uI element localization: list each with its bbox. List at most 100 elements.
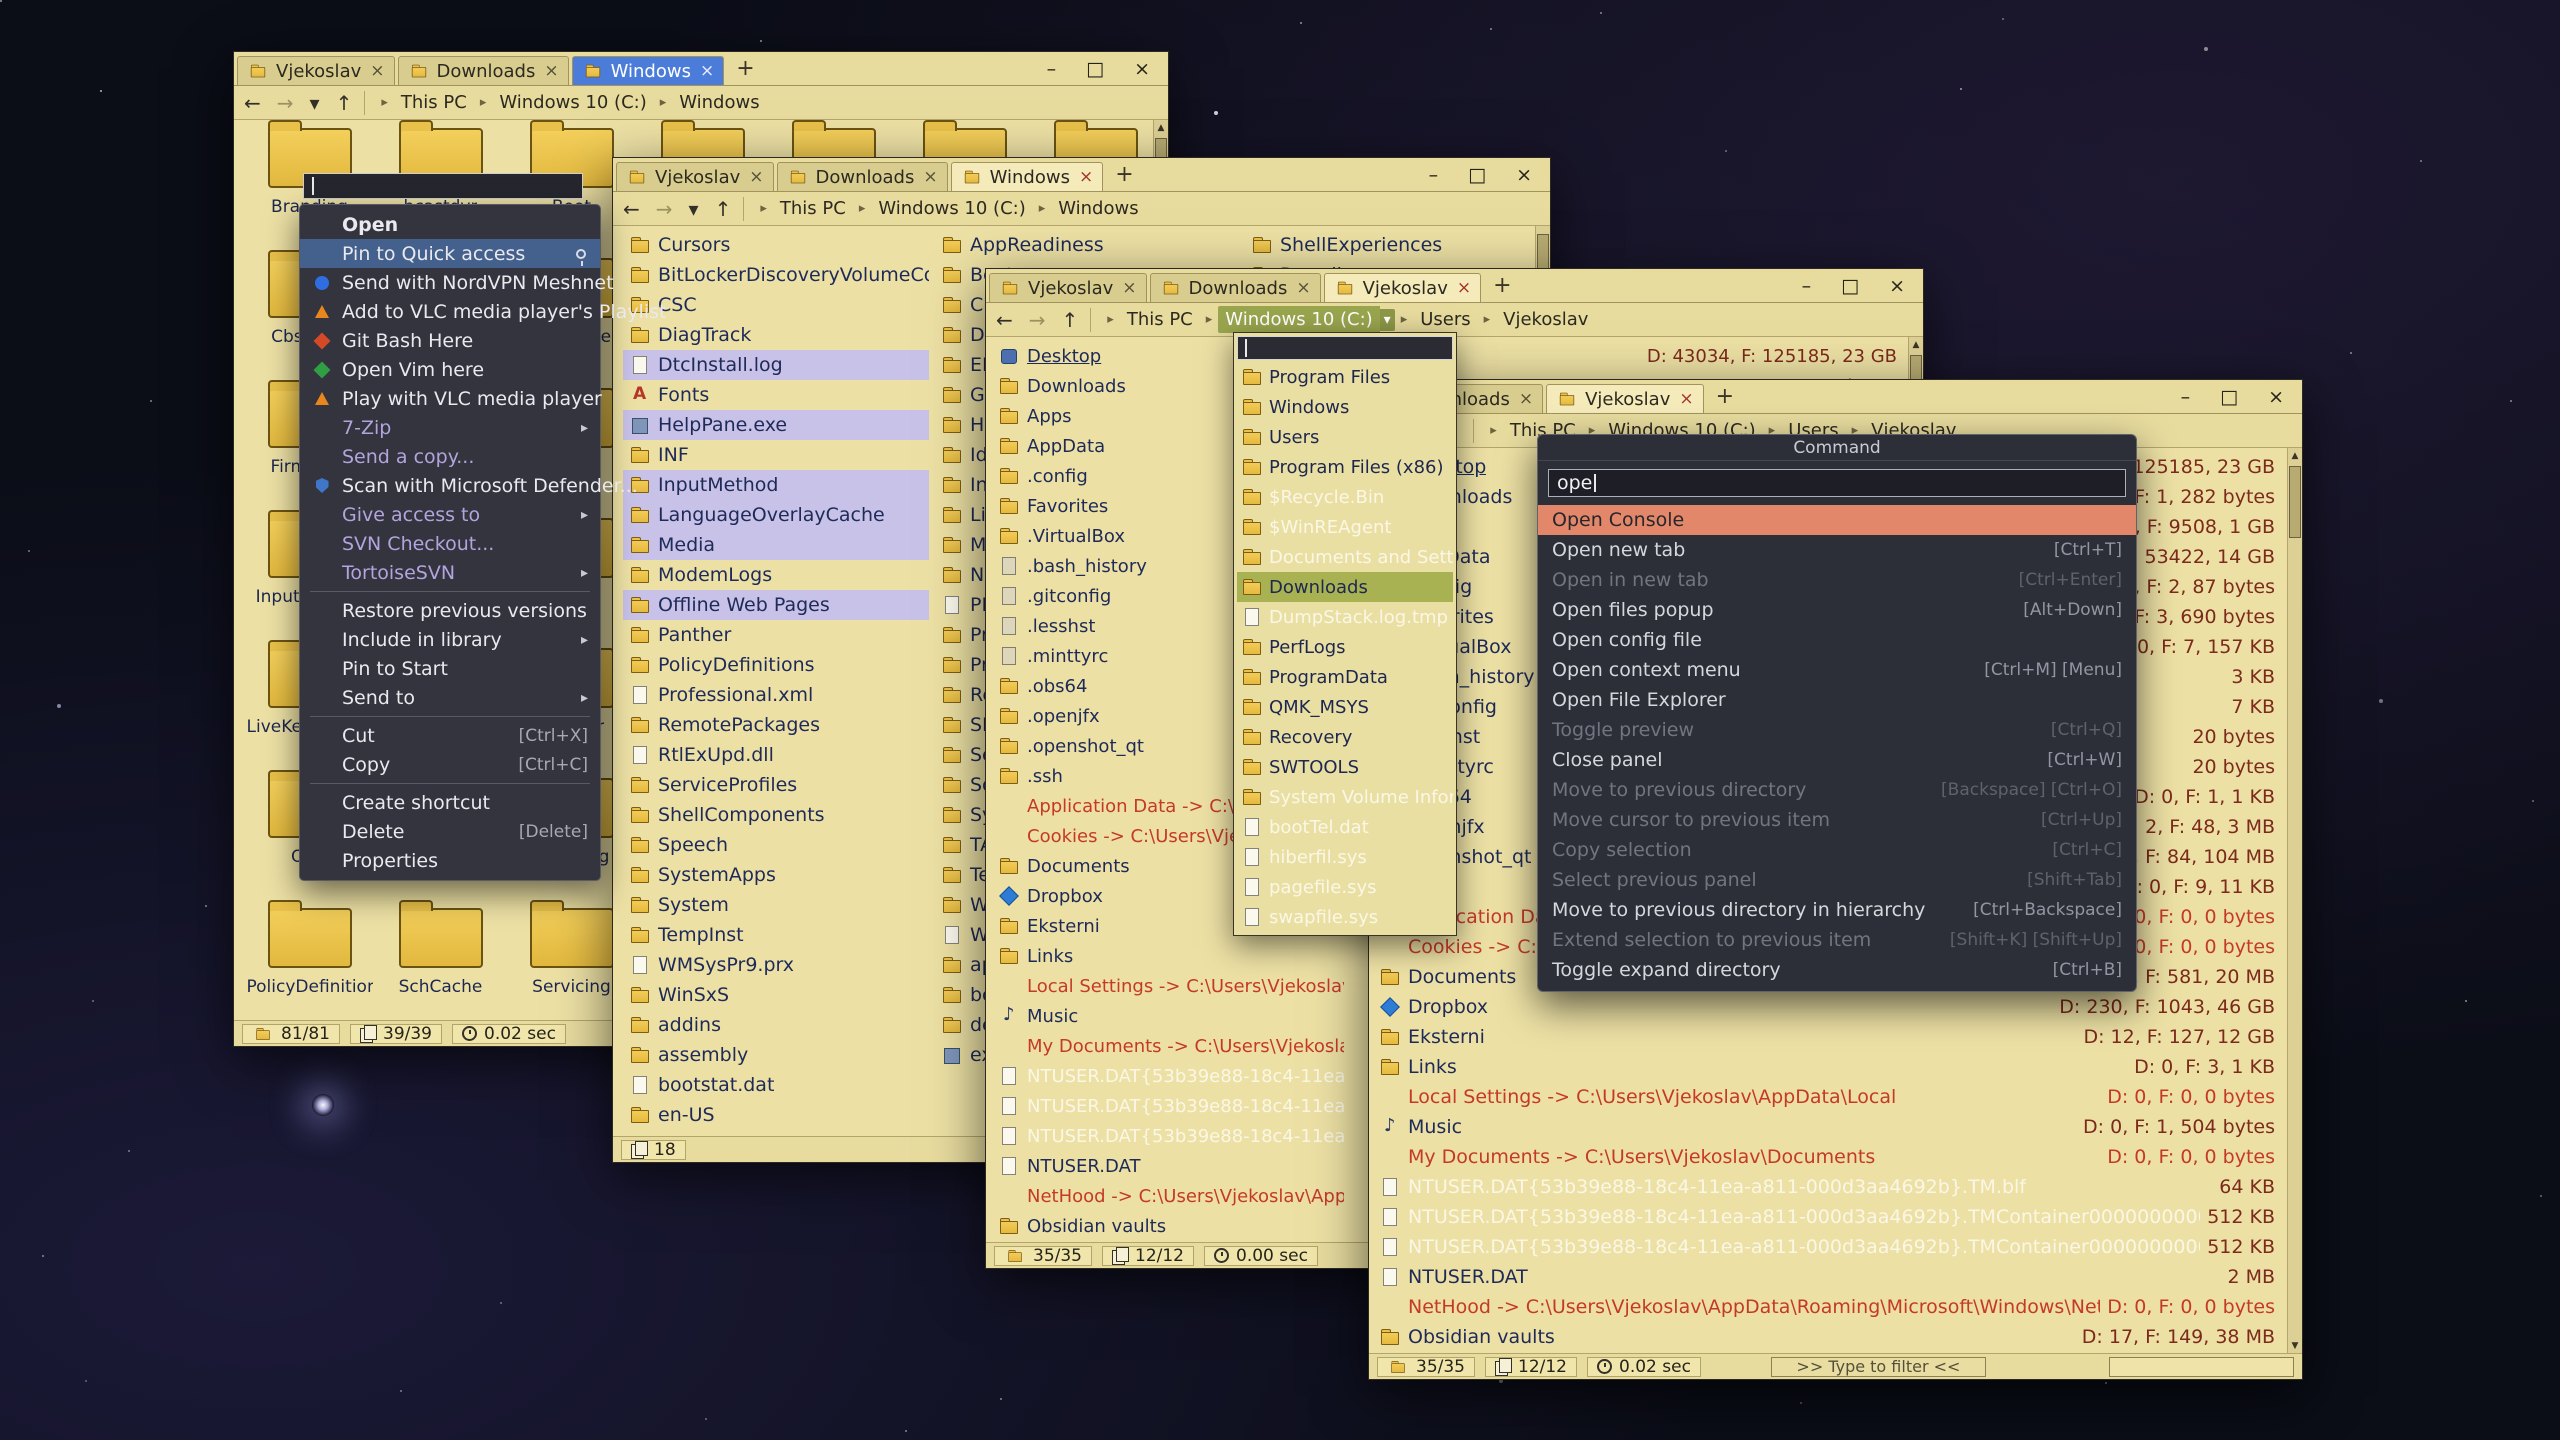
tab[interactable]: Windows ×	[572, 56, 725, 85]
tab-close-icon[interactable]: ×	[1122, 278, 1136, 298]
file-row[interactable]: DtcInstall.log	[623, 350, 929, 380]
file-grid-item[interactable]: PolicyDefinitions	[244, 900, 375, 1020]
context-menu-item[interactable]: SVN Checkout... ▸	[300, 529, 600, 558]
context-menu-item[interactable]: Give access to ▸	[300, 500, 600, 529]
context-menu-item[interactable]: Restore previous versions ▸	[300, 596, 600, 625]
close-button[interactable]: ×	[1516, 164, 1532, 186]
context-menu-item[interactable]: Delete [Delete] ▸	[300, 817, 600, 846]
breadcrumb-item[interactable]: ▸ This PC ▾	[754, 195, 852, 222]
file-row[interactable]: ModemLogs	[623, 560, 929, 590]
file-row[interactable]: WinSxS	[623, 980, 929, 1010]
context-menu-item[interactable]: Add to VLC media player's Playlist ▸	[300, 297, 600, 326]
file-row[interactable]: Links	[994, 941, 1344, 971]
tab-close-icon[interactable]: ×	[1296, 278, 1310, 298]
crumb-label[interactable]: This PC	[773, 195, 853, 222]
file-row[interactable]: AppReadiness	[935, 230, 1241, 260]
file-row[interactable]: NTUSER.DAT{53b39e88-18c4-11ea-a811-000d3…	[994, 1091, 1344, 1121]
context-menu-item[interactable]: Properties ▸	[300, 846, 600, 875]
file-row[interactable]: ServiceProfiles	[623, 770, 929, 800]
minimize-button[interactable]: –	[1047, 58, 1057, 80]
file-row[interactable]: NTUSER.DAT{53b39e88-18c4-11ea-a811-000d3…	[994, 1121, 1344, 1151]
new-tab-button[interactable]: +	[724, 56, 766, 81]
file-row[interactable]: addins	[623, 1010, 929, 1040]
tab-close-icon[interactable]: ×	[923, 167, 937, 187]
maximize-button[interactable]: □	[1468, 164, 1486, 186]
scrollbar[interactable]: ▲ ▼	[2287, 448, 2302, 1353]
scroll-thumb[interactable]	[2289, 466, 2301, 538]
file-row[interactable]: NTUSER.DAT{53b39e88-18c4-11ea-a811-000d3…	[994, 1061, 1344, 1091]
palette-command[interactable]: Extend selection to previous item [Shift…	[1538, 925, 2136, 955]
file-row[interactable]: NTUSER.DAT	[994, 1151, 1344, 1181]
context-menu-item[interactable]: Cut [Ctrl+X] ▸	[300, 721, 600, 750]
dropdown-item[interactable]: PerfLogs	[1237, 632, 1453, 662]
crumb-label[interactable]: Windows 10 (C:)	[871, 195, 1032, 222]
crumb-label[interactable]: Windows 10 (C:)	[1218, 306, 1379, 333]
close-button[interactable]: ×	[2268, 386, 2284, 408]
titlebar[interactable]: Vjekoslav × Downloads × Windows × + – □ …	[234, 52, 1168, 86]
file-row[interactable]: Professional.xml	[623, 680, 929, 710]
file-row[interactable]: NTUSER.DAT{53b39e88-18c4-11ea-a811-000d3…	[1377, 1202, 2285, 1232]
file-row[interactable]: My Documents -> C:\Users\Vjekoslav\Docum…	[1377, 1142, 2285, 1172]
file-row[interactable]: NTUSER.DAT{53b39e88-18c4-11ea-a811-000d3…	[1377, 1172, 2285, 1202]
dropdown-item[interactable]: System Volume Information	[1237, 782, 1453, 812]
maximize-button[interactable]: □	[1841, 275, 1859, 297]
dropdown-item[interactable]: swapfile.sys	[1237, 902, 1453, 932]
titlebar[interactable]: Vjekoslav × Downloads × Vjekoslav × + – …	[986, 269, 1923, 303]
context-menu-item[interactable]: Open Vim here ▸	[300, 355, 600, 384]
tab-close-icon[interactable]: ×	[749, 167, 763, 187]
dropdown-item[interactable]: hiberfil.sys	[1237, 842, 1453, 872]
file-row[interactable]: Eksterni D: 12, F: 127, 12 GB	[1377, 1022, 2285, 1052]
rename-input[interactable]	[303, 173, 583, 199]
file-row[interactable]: My Documents -> C:\Users\Vjekoslav\Docum…	[994, 1031, 1344, 1061]
file-row[interactable]: INF	[623, 440, 929, 470]
history-dropdown-icon[interactable]: ▾	[310, 91, 320, 115]
file-row[interactable]: Obsidian vaults D: 17, F: 149, 38 MB	[1377, 1322, 2285, 1352]
breadcrumb-item[interactable]: ▸ Vjekoslav ▾	[1478, 306, 1596, 333]
tab-close-icon[interactable]: ×	[1079, 167, 1093, 187]
context-menu-item[interactable]: Git Bash Here ▸	[300, 326, 600, 355]
file-row[interactable]: assembly	[623, 1040, 929, 1070]
file-row[interactable]: ShellComponents	[623, 800, 929, 830]
tab-close-icon[interactable]: ×	[1519, 389, 1533, 409]
back-button[interactable]: ←	[996, 308, 1013, 332]
file-row[interactable]: System	[623, 890, 929, 920]
tab-close-icon[interactable]: ×	[1457, 278, 1471, 298]
file-row[interactable]: CSC	[623, 290, 929, 320]
dropdown-item[interactable]: $WinREAgent	[1237, 512, 1453, 542]
file-grid-item[interactable]: SchCache	[375, 900, 506, 1020]
palette-search-input[interactable]: ope	[1548, 469, 2126, 497]
file-row[interactable]: TempInst	[623, 920, 929, 950]
titlebar[interactable]: Downloads × Vjekoslav × + – □ ×	[1369, 380, 2302, 414]
dropdown-item[interactable]: Users	[1237, 422, 1453, 452]
file-row[interactable]: LanguageOverlayCache	[623, 500, 929, 530]
minimize-button[interactable]: –	[2181, 386, 2191, 408]
palette-command[interactable]: Toggle preview [Ctrl+Q]	[1538, 715, 2136, 745]
file-row[interactable]: DiagTrack	[623, 320, 929, 350]
context-menu-item[interactable]: Pin to Start ▸	[300, 654, 600, 683]
type-to-filter-box[interactable]: >> Type to filter <<	[1771, 1357, 1986, 1377]
palette-command[interactable]: Open files popup [Alt+Down]	[1538, 595, 2136, 625]
context-menu-item[interactable]: 7-Zip ▸	[300, 413, 600, 442]
context-menu-item[interactable]: Pin to Quick access ▸	[300, 239, 600, 268]
file-row[interactable]: Music	[994, 1001, 1344, 1031]
dropdown-item[interactable]: Downloads	[1237, 572, 1453, 602]
crumb-dropdown-icon[interactable]: ▾	[1380, 309, 1395, 331]
scroll-down-icon[interactable]: ▼	[2288, 1338, 2302, 1353]
crumb-label[interactable]: This PC	[1120, 306, 1200, 333]
breadcrumb-item[interactable]: ▸ This PC ▾	[1101, 306, 1199, 333]
crumb-label[interactable]: Vjekoslav	[1496, 306, 1595, 333]
context-menu-item[interactable]: Copy [Ctrl+C] ▸	[300, 750, 600, 779]
dropdown-item[interactable]: SWTOOLS	[1237, 752, 1453, 782]
history-dropdown-icon[interactable]: ▾	[689, 197, 699, 221]
up-button[interactable]: ↑	[1062, 308, 1079, 332]
new-tab-button[interactable]: +	[1704, 384, 1746, 409]
minimize-button[interactable]: –	[1802, 275, 1812, 297]
palette-command[interactable]: Select previous panel [Shift+Tab]	[1538, 865, 2136, 895]
context-menu-item[interactable]: Play with VLC media player ▸	[300, 384, 600, 413]
file-row[interactable]: Local Settings -> C:\Users\Vjekoslav\App…	[994, 971, 1344, 1001]
dropdown-item[interactable]: pagefile.sys	[1237, 872, 1453, 902]
context-menu-item[interactable]: Send to ▸	[300, 683, 600, 712]
forward-button[interactable]: →	[1029, 308, 1046, 332]
dropdown-item[interactable]: Program Files (x86)	[1237, 452, 1453, 482]
tab-close-icon[interactable]: ×	[370, 61, 384, 81]
